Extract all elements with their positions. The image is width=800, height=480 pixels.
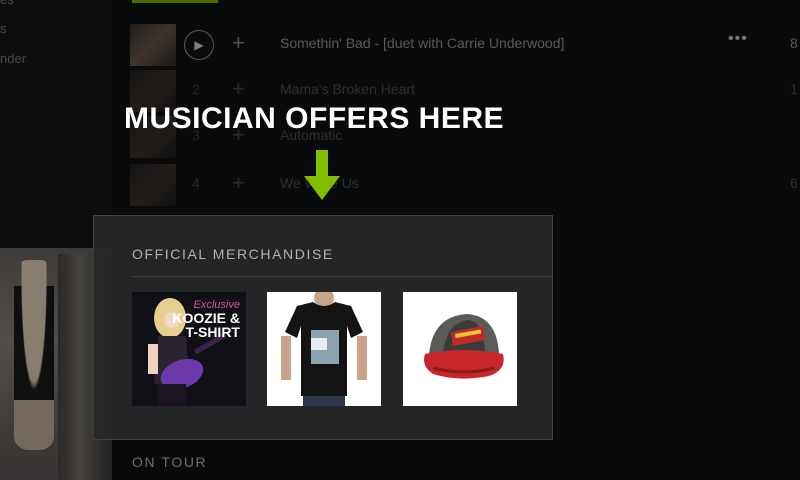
arrow-head: [304, 176, 340, 200]
tag-tshirt: T-SHIRT: [185, 324, 240, 340]
merch-item-t-shirt[interactable]: [267, 292, 381, 406]
callout-headline: MUSICIAN OFFERS HERE: [124, 102, 505, 135]
model-arm-left: [281, 336, 291, 380]
on-tour-heading: ON TOUR: [132, 454, 208, 470]
merch-heading: OFFICIAL MERCHANDISE: [132, 246, 334, 262]
arrow-shaft: [316, 150, 328, 178]
divider: [132, 276, 552, 277]
down-arrow-icon: [304, 150, 340, 200]
tag-koozie: KOOZIE &: [172, 310, 240, 326]
merch-item-koozie-shirt[interactable]: Exclusive KOOZIE & T-SHIRT: [132, 292, 246, 406]
model-arm-right: [357, 336, 367, 380]
t-shirt-icon: [267, 292, 381, 406]
merch-panel: OFFICIAL MERCHANDISE Exclusive KOOZIE & …: [93, 215, 553, 440]
cap-brim: [424, 350, 504, 379]
singer-legs: [158, 384, 186, 406]
model-jeans: [303, 396, 345, 406]
shirt-print-text: [311, 338, 327, 350]
merch-item-trucker-cap[interactable]: [403, 292, 517, 406]
merch-tag: Exclusive KOOZIE & T-SHIRT: [172, 300, 240, 340]
cap-icon: [403, 292, 517, 406]
singer-arm: [148, 344, 158, 374]
